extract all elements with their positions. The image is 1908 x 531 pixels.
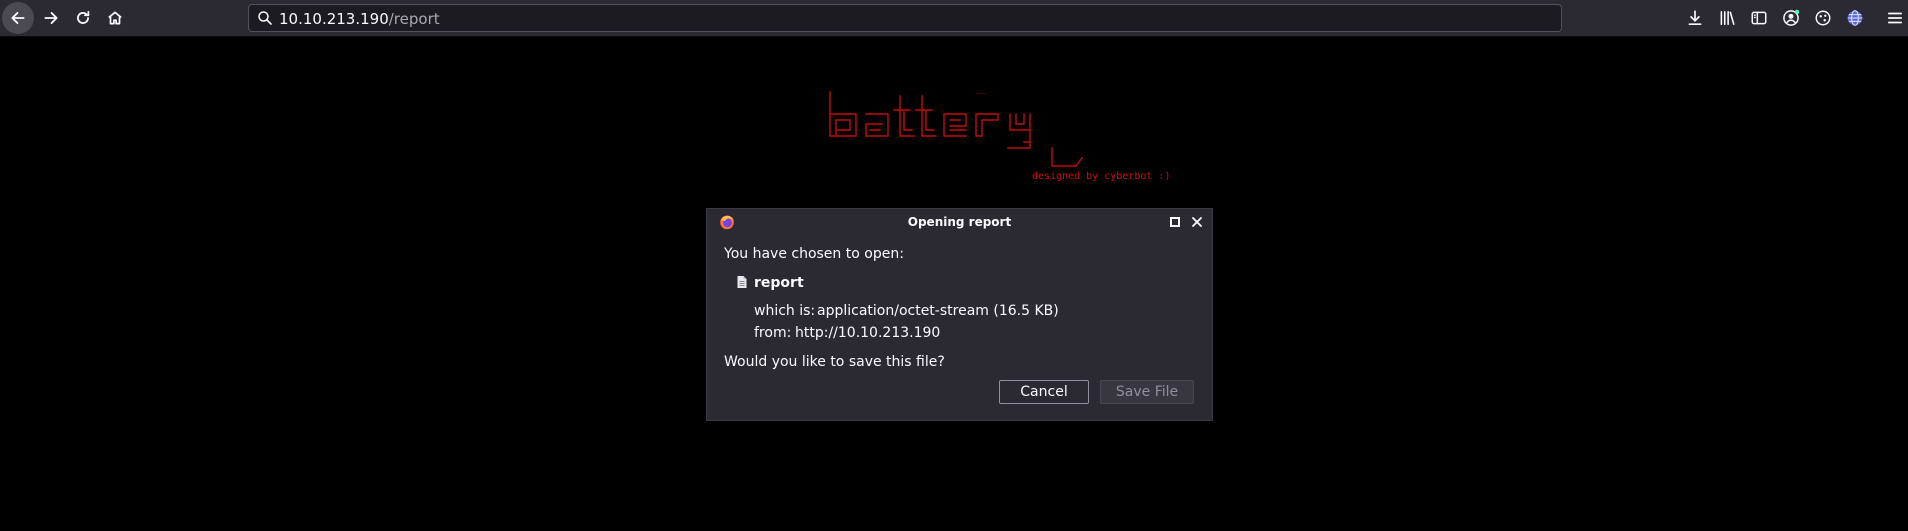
menu-button[interactable] [1883, 6, 1907, 30]
cancel-button[interactable]: Cancel [999, 380, 1089, 404]
search-icon [258, 11, 272, 25]
file-name: report [754, 275, 804, 291]
vpn-button[interactable] [1843, 6, 1867, 30]
extensions-icon [1815, 10, 1831, 26]
save-question: Would you like to save this file? [724, 354, 945, 370]
sidebar-icon [1751, 11, 1767, 25]
back-arrow-icon [11, 12, 25, 24]
svg-text:_: _ [981, 86, 986, 94]
browser-toolbar: 10.10.213.190/report [0, 0, 1908, 37]
reload-button[interactable] [67, 2, 99, 34]
url-host: 10.10.213.190 [279, 10, 389, 28]
account-icon [1783, 9, 1800, 26]
from-value: http://10.10.213.190 [795, 325, 941, 341]
forward-button[interactable] [35, 2, 67, 34]
account-button[interactable] [1779, 6, 1803, 30]
hamburger-menu-icon [1887, 12, 1903, 24]
from-label: from: [754, 325, 792, 341]
save-file-button[interactable]: Save File [1100, 380, 1194, 404]
maximize-icon[interactable] [1169, 216, 1181, 228]
download-icon [1688, 10, 1702, 26]
which-is-value: application/octet-stream (16.5 KB) [817, 303, 1059, 319]
url-path: /report [388, 10, 440, 28]
close-icon[interactable] [1190, 215, 1204, 229]
tagline: designed by cyberbot :) [1032, 171, 1171, 182]
extensions-button[interactable] [1811, 6, 1835, 30]
library-button[interactable] [1715, 6, 1739, 30]
file-icon [737, 276, 747, 288]
dialog-titlebar: Opening report [707, 209, 1212, 235]
reload-icon [77, 10, 90, 24]
url-text: 10.10.213.190/report [279, 10, 440, 28]
sidebar-button[interactable] [1747, 6, 1771, 30]
which-is-label: which is: [754, 303, 816, 319]
opening-file-dialog: Opening report You have chosen to open: … [706, 208, 1213, 421]
globe-icon [1847, 10, 1863, 26]
forward-arrow-icon [44, 12, 58, 24]
home-button[interactable] [99, 2, 131, 34]
battery-logo: _ _ [829, 86, 1083, 167]
url-bar[interactable]: 10.10.213.190/report [248, 4, 1562, 32]
home-icon [108, 11, 122, 25]
library-icon [1720, 11, 1735, 25]
dialog-intro: You have chosen to open: [724, 246, 904, 262]
downloads-button[interactable] [1683, 6, 1707, 30]
back-button[interactable] [2, 2, 34, 34]
dialog-title: Opening report [907, 215, 1012, 229]
